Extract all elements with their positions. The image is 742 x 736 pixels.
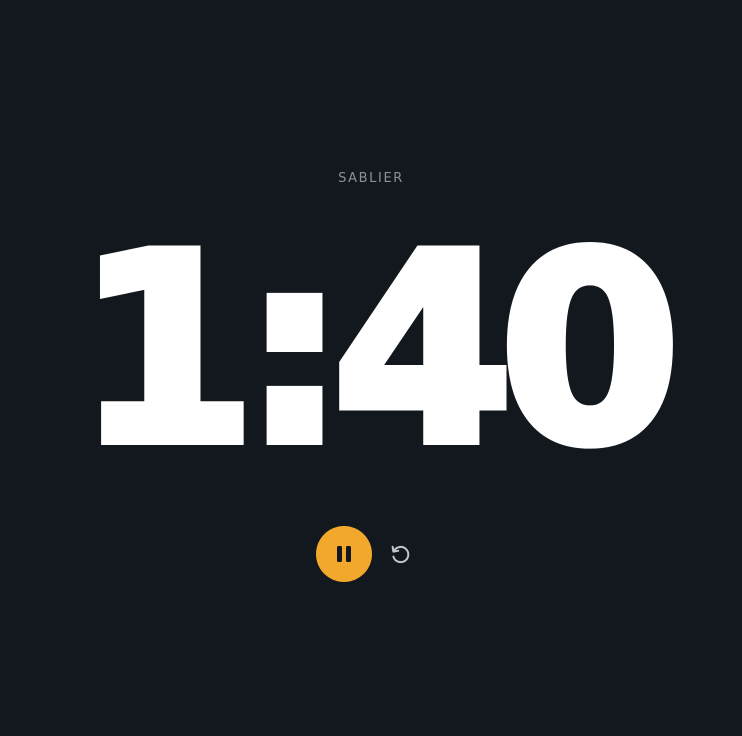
pause-icon (337, 546, 351, 562)
timer-title: SABLIER (338, 171, 404, 186)
timer-screen: SABLIER 1:40 (0, 0, 742, 736)
timer-controls (0, 526, 742, 582)
countdown-display: 1:40 (71, 200, 686, 502)
pause-button[interactable] (316, 526, 372, 582)
reset-button[interactable] (387, 541, 413, 567)
reset-icon (391, 545, 410, 564)
